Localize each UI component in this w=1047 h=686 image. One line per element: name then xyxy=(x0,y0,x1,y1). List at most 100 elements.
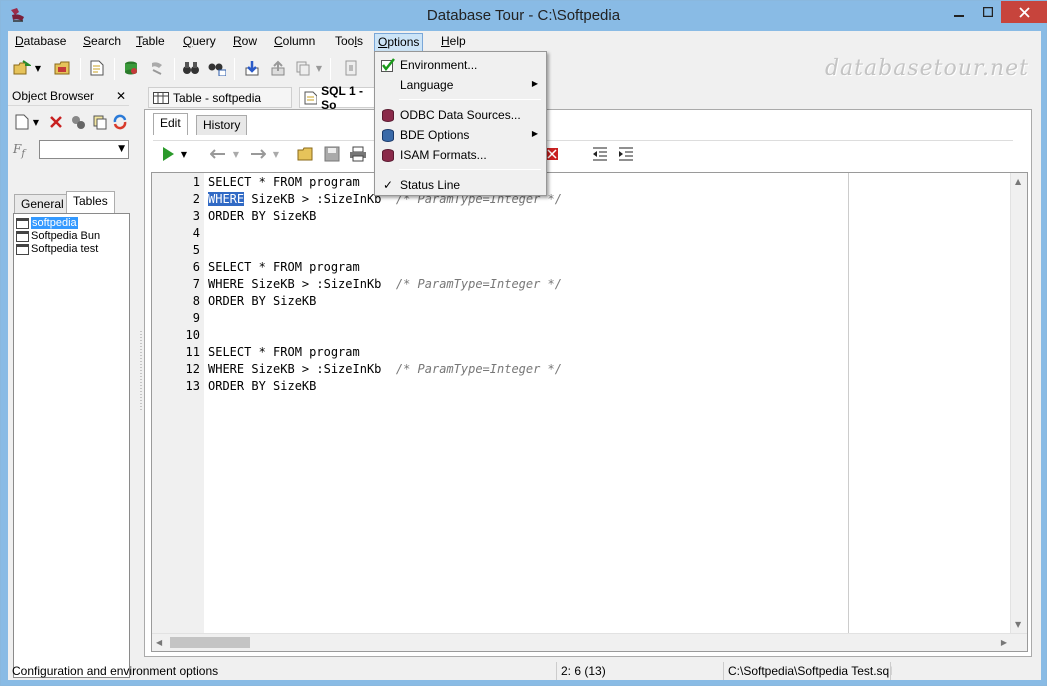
disconnect-icon xyxy=(152,62,162,75)
menu-item-isam-formats[interactable]: ISAM Formats... xyxy=(377,145,544,165)
tab-history[interactable]: History xyxy=(196,115,248,135)
open-sql-button[interactable] xyxy=(295,143,317,165)
report-button[interactable] xyxy=(340,57,362,79)
table-icon xyxy=(16,243,29,255)
menu-query[interactable]: Query xyxy=(180,33,219,52)
code-comment: /* ParamType=Integer */ xyxy=(395,362,563,376)
database-properties-button[interactable] xyxy=(120,57,142,79)
export-button[interactable] xyxy=(267,57,289,79)
menu-row[interactable]: Row xyxy=(230,33,260,52)
menu-options[interactable]: Options xyxy=(374,33,424,52)
disconnect-button[interactable] xyxy=(146,57,168,79)
save-sql-button[interactable] xyxy=(321,143,343,165)
tab-table-softpedia[interactable]: Table - softpedia xyxy=(148,87,292,108)
horizontal-scrollbar[interactable]: ◀ ▶ xyxy=(152,633,1027,651)
object-browser: Object Browser ✕ ▼ Ff ▼ General Tables s… xyxy=(8,87,131,678)
close-icon xyxy=(1018,6,1030,18)
run-query-dropdown[interactable]: ▼ xyxy=(179,143,189,165)
watermark-logo: databasetour.net xyxy=(824,56,1029,81)
menu-column[interactable]: Column xyxy=(271,33,318,52)
tab-tables[interactable]: Tables xyxy=(66,191,115,213)
code-line[interactable]: SELECT * FROM program xyxy=(208,345,360,359)
open-database-dropdown[interactable]: ▼ xyxy=(33,57,43,79)
code-text: SELECT * FROM program xyxy=(208,345,360,359)
vertical-scrollbar[interactable]: ▲ ▼ xyxy=(1010,173,1027,633)
menu-item-bde-options[interactable]: BDE Options ▶ xyxy=(377,125,544,145)
import-button[interactable] xyxy=(241,57,263,79)
status-panel-empty xyxy=(890,662,1041,680)
new-document-icon xyxy=(15,114,29,130)
sql-document-icon xyxy=(304,91,318,104)
maximize-button[interactable] xyxy=(974,1,1002,23)
back-dropdown[interactable]: ▼ xyxy=(231,143,241,165)
list-item[interactable]: Softpedia test xyxy=(16,242,98,256)
minimize-button[interactable] xyxy=(945,1,973,23)
menu-item-language[interactable]: Language ▶ xyxy=(377,75,544,95)
scroll-up-icon: ▲ xyxy=(1015,177,1022,186)
object-browser-tabs: General Tables xyxy=(11,191,131,215)
close-button[interactable] xyxy=(1001,1,1047,23)
dropdown-arrow-icon: ▼ xyxy=(180,149,188,159)
scroll-left-icon: ◀ xyxy=(156,638,163,647)
outdent-button[interactable] xyxy=(589,143,611,165)
horizontal-scroll-thumb[interactable] xyxy=(170,637,250,648)
code-line[interactable]: ORDER BY SizeKB xyxy=(208,379,316,393)
checkmark-icon: ✓ xyxy=(382,178,394,192)
code-text: SELECT * FROM program xyxy=(208,175,360,189)
menu-item-status-line[interactable]: ✓ Status Line xyxy=(377,175,544,195)
find-in-tables-button[interactable] xyxy=(206,57,228,79)
menu-search[interactable]: Search xyxy=(80,33,124,52)
code-line[interactable]: WHERE SizeKB > :SizeInKb /* ParamType=In… xyxy=(208,277,562,291)
filter-icon: Ff xyxy=(13,142,26,160)
copy-data-dropdown[interactable]: ▼ xyxy=(314,57,324,79)
new-query-button[interactable] xyxy=(86,57,108,79)
tab-general[interactable]: General xyxy=(14,194,71,214)
tab-edit[interactable]: Edit xyxy=(153,113,188,135)
title-bar[interactable]: Database Tour - C:\Softpedia xyxy=(1,1,1047,31)
run-query-button[interactable] xyxy=(157,143,179,165)
menu-item-environment[interactable]: Environment... xyxy=(377,55,544,75)
code-line[interactable]: SELECT * FROM program xyxy=(208,175,360,189)
gears-icon xyxy=(72,116,85,129)
open-folder-button[interactable] xyxy=(52,57,74,79)
folder-icon xyxy=(297,147,313,161)
indent-button[interactable] xyxy=(615,143,637,165)
filter-combo[interactable]: ▼ xyxy=(39,140,129,159)
menu-tools[interactable]: Tools xyxy=(332,33,366,52)
object-browser-close-button[interactable]: ✕ xyxy=(115,89,127,103)
list-item[interactable]: Softpedia Bun xyxy=(16,229,100,243)
menu-table[interactable]: Table xyxy=(133,33,168,52)
sql-editor[interactable]: 1 2 3 4 5 6 7 8 9 10 11 12 13 SELECT * FROM program W… xyxy=(151,172,1028,652)
find-button[interactable] xyxy=(180,57,202,79)
code-line[interactable]: ORDER BY SizeKB xyxy=(208,209,316,223)
report-icon xyxy=(345,60,357,76)
copy-icon xyxy=(296,61,310,76)
object-properties-button[interactable] xyxy=(67,111,89,133)
new-object-dropdown[interactable]: ▼ xyxy=(31,111,41,133)
forward-dropdown[interactable]: ▼ xyxy=(271,143,281,165)
app-window: Database Tour - C:\Softpedia Database Se… xyxy=(0,0,1047,686)
splitter-handle[interactable] xyxy=(139,331,143,411)
refresh-button[interactable] xyxy=(109,111,131,133)
open-database-button[interactable] xyxy=(11,57,33,79)
line-number-gutter: 1 2 3 4 5 6 7 8 9 10 11 12 13 xyxy=(152,173,204,633)
menu-help[interactable]: Help xyxy=(438,33,469,52)
back-button[interactable] xyxy=(205,143,231,165)
delete-object-button[interactable] xyxy=(45,111,67,133)
copy-data-button[interactable] xyxy=(292,57,314,79)
line-number: 6 xyxy=(192,260,200,274)
object-browser-toolbar: ▼ xyxy=(11,111,129,133)
code-line[interactable]: SELECT * FROM program xyxy=(208,260,360,274)
tab-sql-1[interactable]: SQL 1 - So xyxy=(299,84,383,112)
print-button[interactable] xyxy=(347,143,369,165)
new-object-button[interactable] xyxy=(11,111,33,133)
list-item[interactable]: softpedia xyxy=(16,216,78,230)
line-number: 1 xyxy=(192,175,200,189)
code-line[interactable]: WHERE SizeKB > :SizeInKb /* ParamType=In… xyxy=(208,362,562,376)
forward-button[interactable] xyxy=(245,143,271,165)
code-line[interactable]: ORDER BY SizeKB xyxy=(208,294,316,308)
menu-item-odbc-data-sources[interactable]: ODBC Data Sources... xyxy=(377,105,544,125)
code-comment: /* ParamType=Integer */ xyxy=(395,277,563,291)
menu-database[interactable]: Database xyxy=(12,33,69,52)
copy-object-button[interactable] xyxy=(89,111,111,133)
